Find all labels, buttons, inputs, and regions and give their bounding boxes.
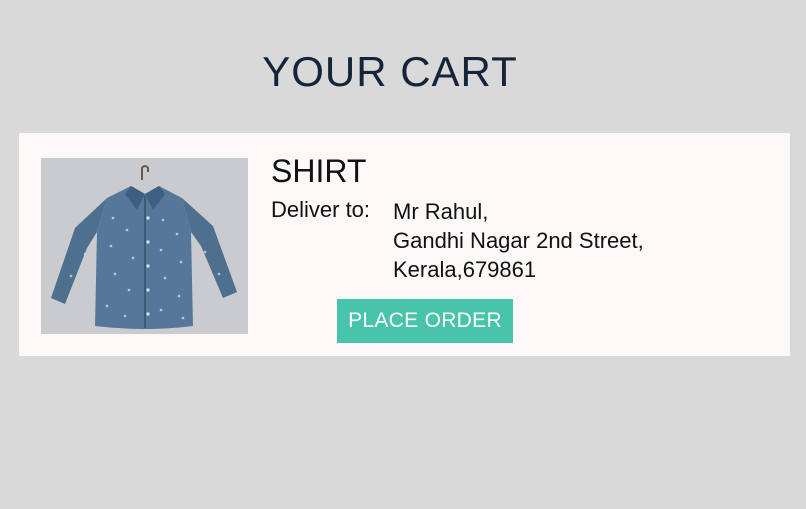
address-line: Gandhi Nagar 2nd Street, [393, 228, 644, 253]
deliver-to-label: Deliver to: [271, 197, 371, 222]
address-line: Kerala,679861 [393, 257, 537, 282]
address-line: Mr Rahul, [393, 199, 489, 224]
shirt-image [41, 158, 248, 334]
cart-item-card: SHIRT Deliver to: Mr Rahul, Gandhi Nagar… [19, 133, 790, 356]
product-name: SHIRT [271, 153, 367, 189]
page-title: YOUR CART [262, 48, 518, 95]
place-order-button[interactable]: PLACE ORDER [337, 299, 513, 343]
delivery-address: Mr Rahul, Gandhi Nagar 2nd Street, Keral… [393, 197, 644, 284]
product-image [41, 158, 248, 334]
